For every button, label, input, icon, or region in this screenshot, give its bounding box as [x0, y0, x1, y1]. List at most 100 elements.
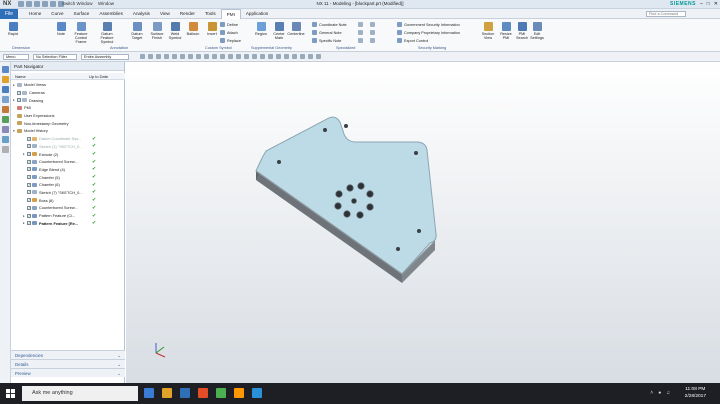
tab-surface[interactable]: Surface [69, 9, 95, 19]
tree-node[interactable]: ▸ Model Views [11, 81, 125, 89]
tree-node[interactable]: ✓ Edge Blend (4) ✔ [11, 166, 125, 174]
shaded-icon[interactable] [260, 54, 265, 59]
close-icon[interactable]: ✕ [714, 1, 718, 7]
name-column-header[interactable]: Name [15, 74, 26, 79]
visibility-checkbox[interactable]: ✓ [27, 190, 31, 195]
center-icon[interactable] [180, 54, 185, 59]
tree-node[interactable]: ✓ Datum Coordinate Sys... ✔ [11, 135, 125, 143]
tab-curve[interactable]: Curve [46, 9, 68, 19]
tab-home[interactable]: Home [24, 9, 46, 19]
tree-node[interactable]: Non-timestamp Geometry [11, 119, 125, 127]
datum-feature-symbol-button[interactable]: Datum Feature Symbol [98, 22, 116, 44]
replace-button[interactable]: Replace [220, 38, 241, 43]
rapid-button[interactable]: Rapid [4, 22, 22, 36]
specialized-tool-icon[interactable] [370, 22, 375, 27]
system-materials-icon[interactable] [2, 116, 9, 123]
attach-button[interactable]: Attach [220, 30, 238, 35]
tab-pmi[interactable]: PMI [220, 9, 241, 19]
tree-node[interactable]: ✓ Chamfer (6) ✔ [11, 181, 125, 189]
export-control-button[interactable]: Export Control [397, 38, 428, 43]
quadrant-icon[interactable] [196, 54, 201, 59]
visibility-checkbox[interactable]: ✓ [27, 136, 31, 141]
tree-node[interactable]: ✓ Chamfer (5) ✔ [11, 173, 125, 181]
filter-icon[interactable] [148, 54, 153, 59]
3d-model-view[interactable] [126, 62, 720, 383]
tree-node[interactable]: ✓ Counterbored Screw... ✔ [11, 204, 125, 212]
visibility-checkbox[interactable]: ✓ [27, 175, 31, 180]
intersection-icon[interactable] [188, 54, 193, 59]
insert-button[interactable]: Insert [203, 22, 221, 36]
tree-node[interactable]: User Expressions [11, 112, 125, 120]
selection-filter-dropdown[interactable]: No Selection Filter [33, 54, 77, 60]
visibility-checkbox[interactable]: ✓ [27, 167, 31, 172]
up-to-date-column-header[interactable]: Up to Date [89, 74, 108, 79]
section-view-button[interactable]: Section View [479, 22, 497, 40]
visibility-checkbox[interactable]: ✓ [17, 98, 21, 103]
tree-node[interactable]: ▸ ✓ Pattern Feature [Re... ✔ [11, 219, 125, 227]
coordinate-note-button[interactable]: Coordinate Note [312, 22, 347, 27]
measure-icon[interactable] [308, 54, 313, 59]
visibility-checkbox[interactable]: ✓ [27, 205, 31, 210]
visibility-checkbox[interactable]: ✓ [27, 221, 31, 226]
weld-symbol-button[interactable]: Weld Symbol [166, 22, 184, 40]
visibility-checkbox[interactable]: ✓ [27, 159, 31, 164]
taskbar-search-input[interactable]: Ask me anything [22, 386, 138, 401]
specific-note-button[interactable]: Specific Note [312, 38, 341, 43]
tree-node[interactable]: ✓ Cameras [11, 89, 125, 97]
tree-node[interactable]: ✓ Boss (8) ✔ [11, 196, 125, 204]
edit-settings-button[interactable]: Edit Settings [528, 22, 546, 40]
surface-finish-button[interactable]: Surface Finish [148, 22, 166, 40]
centerline-button[interactable]: Centerline [287, 22, 305, 36]
graphics-window[interactable] [126, 62, 720, 383]
existing-point-icon[interactable] [204, 54, 209, 59]
manufacturing-wizards-icon[interactable] [2, 136, 9, 143]
taskbar-app-icon[interactable] [144, 388, 154, 398]
balloon-button[interactable]: Balloon [184, 22, 202, 36]
pan-icon[interactable] [252, 54, 257, 59]
tree-node[interactable]: ▸ ✓ Pattern Feature (Ci... ✔ [11, 212, 125, 220]
history-icon[interactable] [2, 106, 9, 113]
visibility-checkbox[interactable]: ✓ [27, 152, 31, 157]
point-icon[interactable] [156, 54, 161, 59]
settings-icon[interactable] [316, 54, 321, 59]
visibility-checkbox[interactable]: ✓ [27, 144, 31, 149]
tree-node[interactable]: ✓ Sketch (1) "SKETCH_0... ✔ [11, 143, 125, 151]
reuse-library-icon[interactable] [2, 96, 9, 103]
end-point-icon[interactable] [164, 54, 169, 59]
volume-icon[interactable]: ♫ [666, 390, 670, 396]
orient-icon[interactable] [276, 54, 281, 59]
visibility-checkbox[interactable]: ✓ [27, 213, 31, 218]
section-dependencies[interactable]: Dependencies ⌄ [11, 350, 125, 359]
tree-node[interactable]: ✓ Sketch (7) "SKETCH_0... ✔ [11, 189, 125, 197]
general-note-button[interactable]: General Note [312, 30, 342, 35]
wireframe-icon[interactable] [268, 54, 273, 59]
tree-node[interactable]: ▸ ✓ Drawing [11, 96, 125, 104]
tab-tools[interactable]: Tools [200, 9, 221, 19]
taskbar-app-icon[interactable] [252, 388, 262, 398]
chevron-up-icon[interactable]: ˄ [650, 390, 653, 396]
government-security-information-button[interactable]: Government Security Information [397, 22, 460, 27]
tab-view[interactable]: View [155, 9, 175, 19]
mid-point-icon[interactable] [172, 54, 177, 59]
specialized-tool-icon[interactable] [358, 22, 363, 27]
process-studio-icon[interactable] [2, 126, 9, 133]
snap-icon[interactable] [140, 54, 145, 59]
layer-icon[interactable] [292, 54, 297, 59]
zoom-icon[interactable] [236, 54, 241, 59]
show-hide-icon[interactable] [300, 54, 305, 59]
face-point-icon[interactable] [220, 54, 225, 59]
windows-start-icon[interactable] [6, 389, 15, 398]
specialized-tool-icon[interactable] [370, 38, 375, 43]
company-proprietary-information-button[interactable]: Company Proprietary Information [397, 30, 460, 35]
maximize-icon[interactable]: □ [707, 1, 710, 7]
tree-node[interactable]: ✓ Counterbored Screw... ✔ [11, 158, 125, 166]
curve-point-icon[interactable] [212, 54, 217, 59]
selection-scope-dropdown[interactable]: Entire Assembly [81, 54, 129, 60]
region-button[interactable]: Region [252, 22, 270, 36]
menu-dropdown[interactable]: Menu [3, 54, 29, 60]
specialized-tool-icon[interactable] [358, 30, 363, 35]
feature-control-frame-button[interactable]: Feature Control Frame [72, 22, 90, 44]
specialized-tool-icon[interactable] [370, 30, 375, 35]
tab-analysis[interactable]: Analysis [128, 9, 155, 19]
network-icon[interactable]: ● [658, 390, 661, 396]
